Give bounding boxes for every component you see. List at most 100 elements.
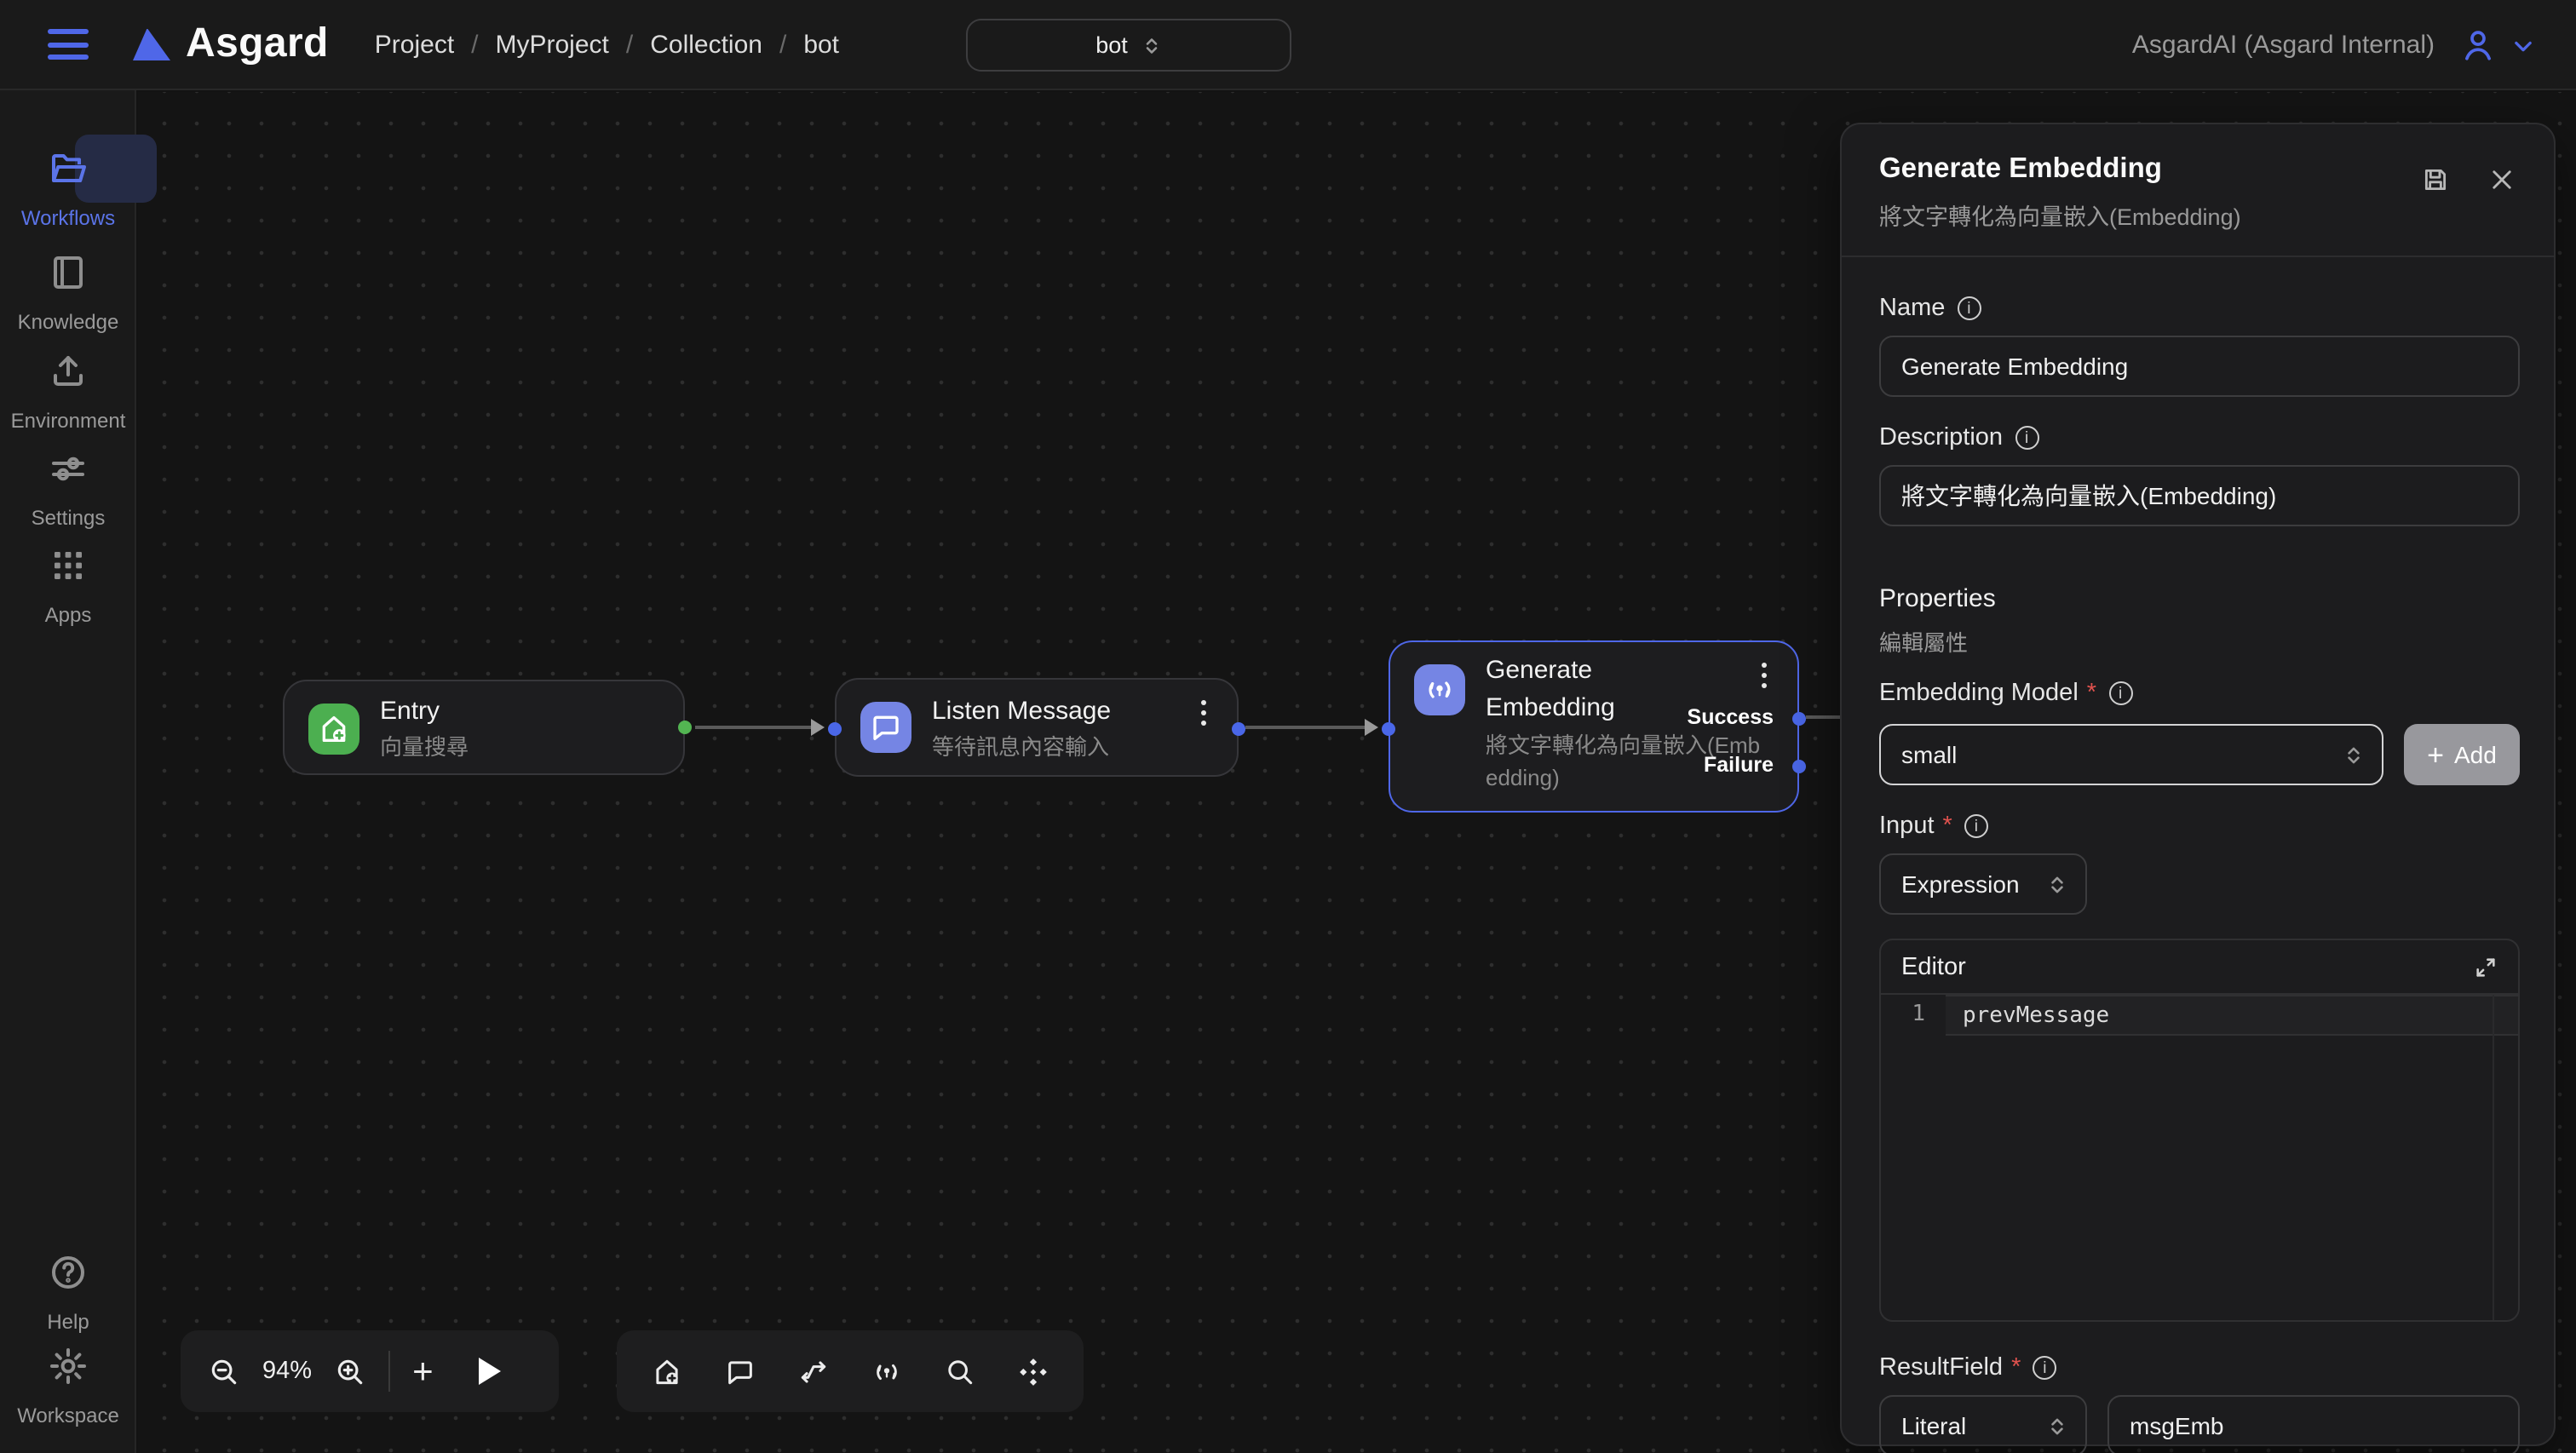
- entry-node-tool-icon[interactable]: [651, 1355, 683, 1387]
- app: Asgard Project / MyProject / Collection …: [0, 0, 2576, 1453]
- sidebar-item-label: Workspace: [0, 1404, 136, 1427]
- output-label-failure: Failure: [1704, 753, 1774, 777]
- input-port[interactable]: [1382, 722, 1395, 736]
- sidebar-item-workflows[interactable]: Workflows: [0, 148, 136, 230]
- info-icon[interactable]: i: [2015, 426, 2038, 450]
- code-text: prevMessage: [1946, 995, 2518, 1036]
- plus-icon: +: [2427, 740, 2444, 769]
- node-title: Entry: [380, 693, 440, 731]
- zoom-out-icon[interactable]: [208, 1355, 240, 1387]
- select-chevrons-icon: [2046, 873, 2068, 895]
- sidebar-item-label: Workflows: [0, 206, 136, 230]
- close-icon[interactable]: [2487, 165, 2516, 194]
- breadcrumb-project[interactable]: Project: [375, 30, 454, 59]
- run-workflow-icon[interactable]: [480, 1358, 502, 1385]
- asgard-logo-icon: [133, 28, 170, 60]
- expand-icon[interactable]: [2474, 955, 2498, 979]
- result-field-label: ResultField*i: [1879, 1354, 2056, 1381]
- output-port-success[interactable]: [1792, 712, 1806, 726]
- search-tool-icon[interactable]: [944, 1355, 976, 1387]
- sidebar-item-apps[interactable]: Apps: [0, 545, 136, 627]
- panel-body: Namei Descriptioni Properties 編輯屬性 Embed…: [1842, 257, 2554, 1347]
- sidebar-item-workspace[interactable]: Workspace: [0, 1346, 136, 1427]
- node-entry[interactable]: Entry 向量搜尋: [283, 680, 685, 775]
- output-port-failure[interactable]: [1792, 760, 1806, 773]
- code-area[interactable]: 1 prevMessage: [1881, 995, 2518, 1320]
- sidebar-item-label: Knowledge: [0, 310, 136, 334]
- move-canvas-tool-icon[interactable]: [1017, 1355, 1049, 1387]
- result-field-input[interactable]: [2107, 1395, 2520, 1453]
- workflow-select[interactable]: bot: [966, 19, 1291, 72]
- info-icon[interactable]: i: [2033, 1356, 2056, 1380]
- breadcrumb-separator: /: [779, 30, 786, 59]
- output-label-success: Success: [1688, 705, 1774, 729]
- sliders-icon: [48, 448, 89, 489]
- hamburger-menu-icon[interactable]: [48, 29, 89, 60]
- description-input[interactable]: [1879, 465, 2520, 526]
- node-menu-kebab-icon[interactable]: [1191, 700, 1215, 726]
- breadcrumb-myproject[interactable]: MyProject: [496, 30, 609, 59]
- name-input[interactable]: [1879, 336, 2520, 397]
- panel-subtitle: 將文字轉化為向量嵌入(Embedding): [1879, 198, 2516, 232]
- message-node-tool-icon[interactable]: [724, 1355, 756, 1387]
- breadcrumb-separator: /: [471, 30, 478, 59]
- sidebar-item-knowledge[interactable]: Knowledge: [0, 252, 136, 334]
- sidebar-item-help[interactable]: Help: [0, 1252, 136, 1334]
- user-icon[interactable]: [2460, 27, 2496, 63]
- input-port[interactable]: [828, 722, 842, 736]
- node-subtitle: 向量搜尋: [380, 731, 469, 763]
- select-chevrons-icon: [1141, 35, 1162, 55]
- sidebar-item-label: Apps: [0, 603, 136, 627]
- breadcrumb: Project / MyProject / Collection / bot: [375, 30, 839, 59]
- grid-icon: [48, 545, 89, 586]
- editor-title: Editor: [1901, 953, 1966, 980]
- workflow-select-value: bot: [1095, 32, 1128, 58]
- node-menu-kebab-icon[interactable]: [1751, 663, 1775, 688]
- save-icon[interactable]: [2421, 165, 2450, 194]
- output-port[interactable]: [1232, 722, 1245, 736]
- embedding-model-select[interactable]: small: [1879, 724, 2383, 785]
- add-node-icon[interactable]: +: [412, 1353, 434, 1389]
- breadcrumb-collection[interactable]: Collection: [650, 30, 762, 59]
- edge-arrowhead-icon: [811, 719, 825, 736]
- embedding-model-value: small: [1901, 741, 1957, 768]
- gear-icon: [48, 1346, 89, 1387]
- editor-scroll-guide: [2493, 995, 2494, 1320]
- node-listen-message[interactable]: Listen Message 等待訊息內容輸入: [835, 678, 1239, 777]
- node-subtitle: 等待訊息內容輸入: [932, 731, 1109, 763]
- sidebar-item-settings[interactable]: Settings: [0, 448, 136, 530]
- input-field-label: Input*i: [1879, 813, 1988, 840]
- refresh-bulb-icon: [1414, 664, 1465, 715]
- result-field-type-select[interactable]: Literal: [1879, 1395, 2087, 1453]
- breadcrumb-separator: /: [626, 30, 633, 59]
- canvas-zoom-toolbar: 94% +: [181, 1330, 559, 1412]
- folder-icon: [48, 148, 89, 189]
- sidebar-item-label: Help: [0, 1310, 136, 1334]
- top-bar: Asgard Project / MyProject / Collection …: [0, 0, 2576, 90]
- required-marker: *: [2087, 680, 2096, 707]
- info-icon[interactable]: i: [2108, 681, 2132, 705]
- account-area: AsgardAI (Asgard Internal): [2132, 0, 2535, 90]
- zoom-in-icon[interactable]: [334, 1355, 366, 1387]
- info-icon[interactable]: i: [1964, 814, 1988, 838]
- chevron-down-icon[interactable]: [2511, 33, 2535, 57]
- breadcrumb-bot[interactable]: bot: [803, 30, 839, 59]
- sidebar-item-environment[interactable]: Environment: [0, 351, 136, 433]
- input-type-value: Expression: [1901, 870, 2020, 898]
- properties-subheading: 編輯屬性: [1879, 625, 1968, 658]
- account-label: AsgardAI (Asgard Internal): [2132, 31, 2435, 60]
- left-sidebar: Workflows Knowledge Environment Settings: [0, 90, 136, 1453]
- home-plus-icon: [308, 704, 359, 755]
- embedding-node-tool-icon[interactable]: [871, 1355, 903, 1387]
- edge-entry-to-listen: [695, 726, 821, 728]
- output-port[interactable]: [678, 721, 692, 734]
- add-model-button[interactable]: +Add: [2404, 724, 2520, 785]
- info-icon[interactable]: i: [1957, 296, 1981, 320]
- swap-arrows-tool-icon[interactable]: [797, 1355, 830, 1387]
- required-marker: *: [1943, 813, 1952, 840]
- node-properties-panel: Generate Embedding 將文字轉化為向量嵌入(Embedding)…: [1840, 123, 2556, 1446]
- code-line[interactable]: 1 prevMessage: [1881, 995, 2518, 1036]
- properties-heading: Properties: [1879, 584, 1996, 613]
- input-type-select[interactable]: Expression: [1879, 853, 2087, 915]
- node-generate-embedding[interactable]: Generate Embedding 將文字轉化為向量嵌入(Embedding)…: [1389, 640, 1799, 813]
